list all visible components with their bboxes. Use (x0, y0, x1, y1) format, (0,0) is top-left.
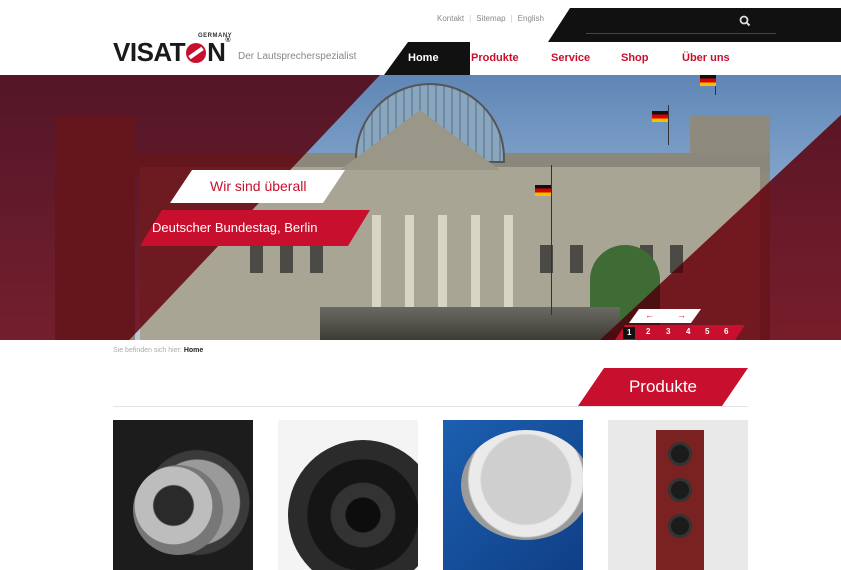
logo-text-left: VISAT (113, 37, 186, 67)
utility-link-english[interactable]: English (518, 14, 544, 23)
logo-wordmark: VISAT N® (113, 37, 231, 68)
hero-photo-window (250, 245, 263, 273)
slider-pager: ← → 1 2 3 4 5 6 (615, 309, 745, 340)
hero-photo-window (280, 245, 293, 273)
product-image-driver (668, 442, 692, 466)
prev-arrow-icon[interactable]: ← (645, 310, 654, 320)
hero-slider: Wir sind überall Deutscher Bundestag, Be… (0, 75, 841, 340)
nav-service[interactable]: Service (551, 52, 590, 64)
search-icon[interactable] (738, 14, 752, 28)
nav-home[interactable]: Home (408, 52, 439, 64)
logo-o-mark (186, 43, 207, 63)
slider-page-6[interactable]: 6 (724, 327, 728, 336)
slider-page-2[interactable]: 2 (646, 327, 650, 336)
nav-shop[interactable]: Shop (621, 52, 649, 64)
german-flag-icon (700, 75, 716, 86)
slider-page-1[interactable]: 1 (623, 327, 635, 339)
slider-arrows: ← → (629, 309, 701, 323)
utility-link-kontakt[interactable]: Kontakt (437, 14, 464, 23)
slider-page-3[interactable]: 3 (666, 327, 670, 336)
hero-caption-location: Deutscher Bundestag, Berlin (140, 210, 370, 246)
german-flag-icon (535, 185, 551, 196)
product-image-woofer-cone (133, 465, 223, 555)
hero-caption-top: Wir sind überall (170, 170, 345, 203)
flag-pole (668, 105, 669, 145)
hero-photo-window (310, 245, 323, 273)
breadcrumb: Sie befinden sich hier: Home (113, 347, 203, 354)
products-divider (113, 406, 748, 407)
product-image-coaxial-driver (288, 440, 418, 570)
product-tile-ceiling-speaker[interactable] (443, 420, 583, 570)
utility-link-sitemap[interactable]: Sitemap (476, 14, 505, 23)
slider-page-5[interactable]: 5 (705, 327, 709, 336)
hero-photo-crowd (320, 307, 620, 340)
breadcrumb-prefix: Sie befinden sich hier: (113, 347, 182, 354)
product-tile-woofer[interactable] (113, 420, 253, 570)
search-bar (548, 8, 841, 42)
hero-photo-window (570, 245, 583, 273)
logo-registered-mark: ® (225, 37, 231, 44)
nav-ueber-uns[interactable]: Über uns (682, 52, 730, 64)
product-image-ceiling-speaker (461, 430, 583, 540)
nav-produkte[interactable]: Produkte (471, 52, 519, 64)
logo-text-right: N (207, 37, 226, 67)
product-image-driver (668, 514, 692, 538)
german-flag-icon (652, 111, 668, 122)
flag-pole (551, 165, 552, 315)
breadcrumb-current[interactable]: Home (184, 347, 203, 354)
product-image-driver (668, 478, 692, 502)
utility-separator: | (510, 14, 513, 23)
site-header: Kontakt | Sitemap | English GERMANY VISA… (0, 0, 841, 75)
product-tile-coaxial[interactable] (278, 420, 418, 570)
visaton-logo[interactable]: GERMANY VISAT N® Der Lautsprecherspeziali… (113, 32, 383, 72)
utility-separator: | (469, 14, 472, 23)
utility-links: Kontakt | Sitemap | English (437, 14, 544, 23)
logo-tagline: Der Lautsprecherspezialist (238, 51, 357, 62)
slider-page-4[interactable]: 4 (686, 327, 690, 336)
slider-page-list: 1 2 3 4 5 6 (615, 325, 745, 340)
products-heading: Produkte (578, 368, 748, 406)
product-tile-floorstander[interactable] (608, 420, 748, 570)
next-arrow-icon[interactable]: → (677, 310, 686, 320)
